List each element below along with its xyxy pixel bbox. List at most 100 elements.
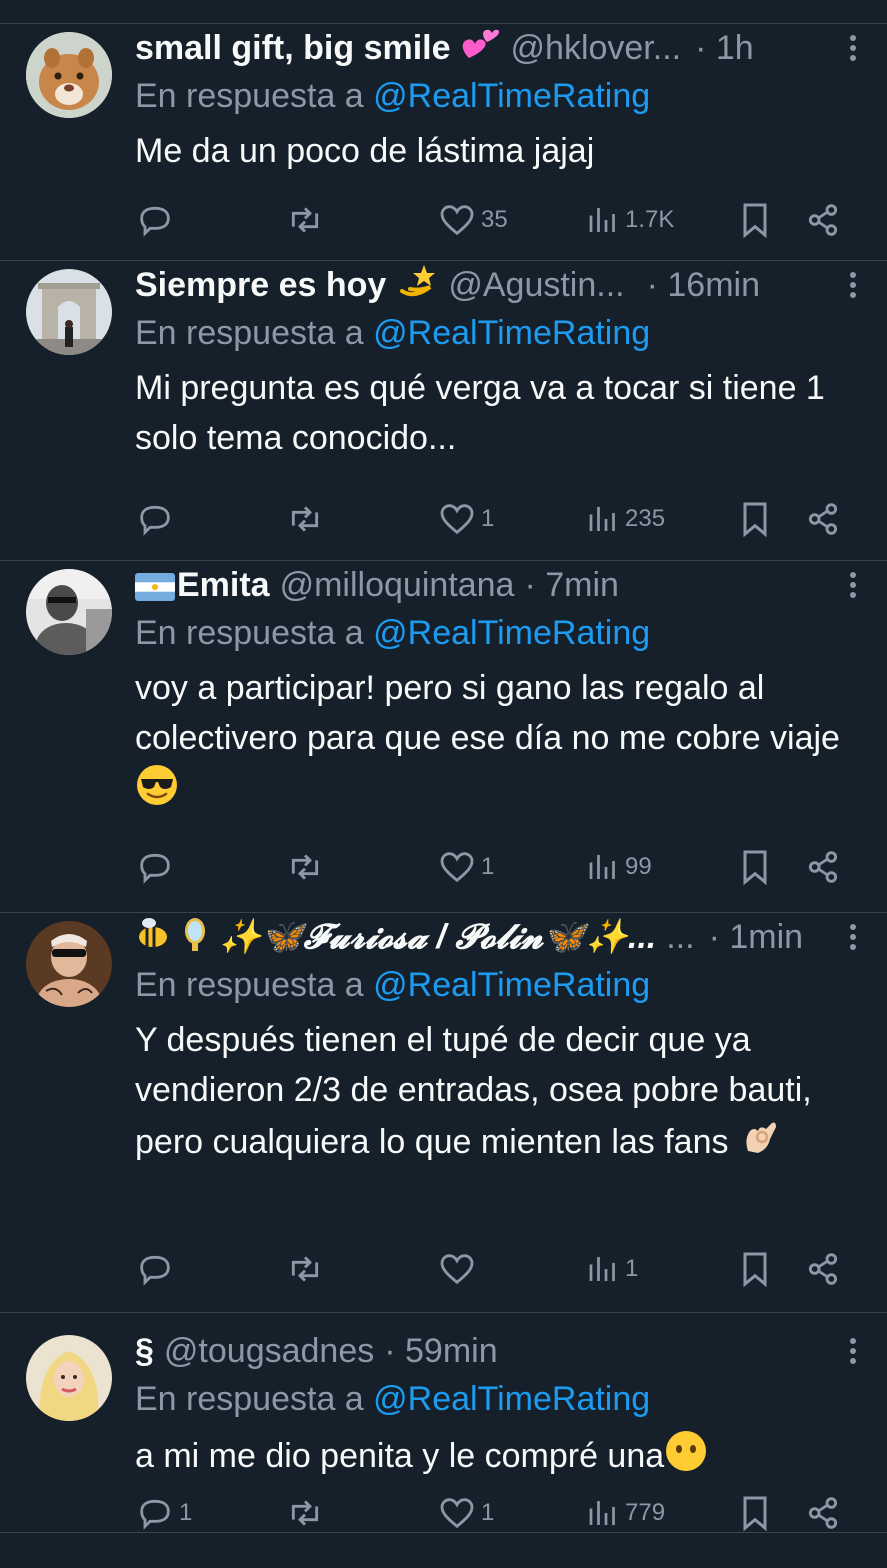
- retweet-icon: [291, 854, 319, 880]
- share-icon: [808, 204, 838, 236]
- bookmark-button[interactable]: [735, 847, 775, 887]
- share-button[interactable]: [803, 1249, 843, 1289]
- views-button[interactable]: 1.7K: [585, 200, 674, 240]
- reply-context: En respuesta a @RealTimeRating: [135, 961, 865, 1009]
- tweet-actions: 1 235: [135, 499, 845, 539]
- views-button[interactable]: 779: [585, 1493, 665, 1533]
- like-button[interactable]: 35: [437, 200, 508, 240]
- reply-prefix: En respuesta a: [135, 314, 364, 352]
- more-options-icon[interactable]: [841, 565, 865, 605]
- tweet-item[interactable]: § @tougsadnes · 59min En respuesta a @Re…: [0, 1313, 887, 1533]
- tweet-content: ✨🦋𝓕𝓾𝓻𝓲𝓸𝓼𝓪 / 𝓟𝓸𝓵𝓲𝓷🦋✨... ... · 1min En res…: [135, 913, 865, 1173]
- retweet-icon: [291, 1500, 319, 1526]
- tweet-time[interactable]: · 7min: [524, 566, 618, 605]
- reply-mention-link[interactable]: @RealTimeRating: [373, 314, 650, 352]
- tweet-item[interactable]: Emita @milloquintana · 7min En respuesta…: [0, 561, 887, 913]
- views-button[interactable]: 99: [585, 847, 652, 887]
- bookmark-button[interactable]: [735, 499, 775, 539]
- reply-prefix: En respuesta a: [135, 614, 364, 652]
- tweet-item[interactable]: Siempre es hoy @Agustin... · 16min En re…: [0, 261, 887, 561]
- tweet-content: Emita @milloquintana · 7min En respuesta…: [135, 561, 865, 821]
- display-name[interactable]: small gift, big smile: [135, 29, 451, 68]
- reply-button[interactable]: [135, 499, 179, 539]
- avatar[interactable]: [26, 269, 112, 355]
- retweet-button[interactable]: [285, 499, 329, 539]
- display-name[interactable]: Siempre es hoy: [135, 266, 386, 305]
- retweet-button[interactable]: [285, 847, 329, 887]
- bookmark-button[interactable]: [735, 1249, 775, 1289]
- share-button[interactable]: [803, 1493, 843, 1533]
- tweet-time[interactable]: · 59min: [384, 1332, 497, 1371]
- like-button[interactable]: 1: [437, 1493, 494, 1533]
- retweet-icon: [291, 1256, 319, 1282]
- retweet-button[interactable]: [285, 200, 329, 240]
- tweet-time[interactable]: · 1min: [709, 918, 803, 957]
- like-button[interactable]: [437, 1249, 481, 1289]
- tweet-item[interactable]: ✨🦋𝓕𝓾𝓻𝓲𝓸𝓼𝓪 / 𝓟𝓸𝓵𝓲𝓷🦋✨... ... · 1min En res…: [0, 913, 887, 1313]
- tweet-time[interactable]: · 1h: [695, 29, 754, 68]
- user-handle[interactable]: ...: [666, 918, 694, 957]
- bookmark-button[interactable]: [735, 1493, 775, 1533]
- user-handle[interactable]: @hklover...: [511, 29, 682, 68]
- reply-mention-link[interactable]: @RealTimeRating: [373, 966, 650, 1004]
- tweet-text-body: a mi me dio penita y le compré una: [135, 1436, 665, 1475]
- share-button[interactable]: [803, 847, 843, 887]
- reply-context: En respuesta a @RealTimeRating: [135, 309, 865, 357]
- tweet-actions: 1 99: [135, 847, 845, 887]
- heart-icon: [440, 852, 474, 883]
- like-count: 1: [481, 853, 495, 880]
- more-options-icon[interactable]: [841, 1331, 865, 1371]
- share-button[interactable]: [803, 200, 843, 240]
- reply-icon: [140, 206, 170, 237]
- user-handle[interactable]: @milloquintana: [280, 566, 515, 605]
- reply-mention-link[interactable]: @RealTimeRating: [373, 77, 650, 115]
- tweet-content: § @tougsadnes · 59min En respuesta a @Re…: [135, 1327, 865, 1487]
- display-name[interactable]: Emita: [177, 566, 270, 605]
- display-name[interactable]: §: [135, 1332, 154, 1371]
- avatar[interactable]: [26, 569, 112, 655]
- tweet-text: voy a participar! pero si gano las regal…: [135, 663, 865, 821]
- more-options-icon[interactable]: [841, 28, 865, 68]
- reply-button[interactable]: [135, 847, 179, 887]
- bookmark-button[interactable]: [735, 200, 775, 240]
- tweet-content: Siempre es hoy @Agustin... · 16min En re…: [135, 261, 865, 463]
- views-button[interactable]: 235: [585, 499, 665, 539]
- display-name[interactable]: ✨🦋𝓕𝓾𝓻𝓲𝓸𝓼𝓪 / 𝓟𝓸𝓵𝓲𝓷🦋✨...: [219, 917, 656, 957]
- avatar[interactable]: [26, 921, 112, 1007]
- heart-icon: [440, 504, 474, 535]
- view-count: 779: [625, 1499, 666, 1526]
- reply-button[interactable]: [135, 200, 179, 240]
- share-icon: [808, 1253, 838, 1285]
- user-handle[interactable]: @Agustin...: [448, 266, 624, 305]
- reply-button[interactable]: [135, 1249, 179, 1289]
- reply-mention-link[interactable]: @RealTimeRating: [373, 1380, 650, 1418]
- retweet-button[interactable]: [285, 1249, 329, 1289]
- share-button[interactable]: [803, 499, 843, 539]
- like-button[interactable]: 1: [437, 847, 494, 887]
- tweet-time[interactable]: · 16min: [647, 266, 760, 305]
- bee-mirror-emoji-icon: [135, 913, 211, 961]
- argentina-flag-icon: [135, 571, 175, 601]
- reply-icon: [140, 853, 170, 884]
- tweet-actions: 1 1 779: [135, 1493, 845, 1533]
- bookmark-icon: [743, 502, 767, 538]
- avatar[interactable]: [26, 32, 112, 118]
- retweet-button[interactable]: [285, 1493, 329, 1533]
- reply-mention-link[interactable]: @RealTimeRating: [373, 614, 650, 652]
- like-button[interactable]: 1: [437, 499, 494, 539]
- view-count: 1.7K: [625, 206, 675, 233]
- more-options-icon[interactable]: [841, 917, 865, 957]
- bookmark-icon: [743, 1252, 767, 1288]
- tweet-header: ✨🦋𝓕𝓾𝓻𝓲𝓸𝓼𝓪 / 𝓟𝓸𝓵𝓲𝓷🦋✨... ... · 1min: [135, 913, 865, 961]
- reply-button[interactable]: 1: [135, 1493, 192, 1533]
- user-handle[interactable]: @tougsadnes: [164, 1332, 374, 1371]
- heart-icon: [440, 1498, 474, 1529]
- tweet-item[interactable]: small gift, big smile @hklover... · 1h E…: [0, 24, 887, 261]
- bookmark-icon: [743, 203, 767, 239]
- avatar[interactable]: [26, 1335, 112, 1421]
- retweet-icon: [291, 207, 319, 233]
- bar-chart-icon: [589, 1257, 615, 1281]
- views-button[interactable]: 1: [585, 1249, 638, 1289]
- more-options-icon[interactable]: [841, 265, 865, 305]
- no-mouth-face-emoji-icon: [664, 1429, 708, 1487]
